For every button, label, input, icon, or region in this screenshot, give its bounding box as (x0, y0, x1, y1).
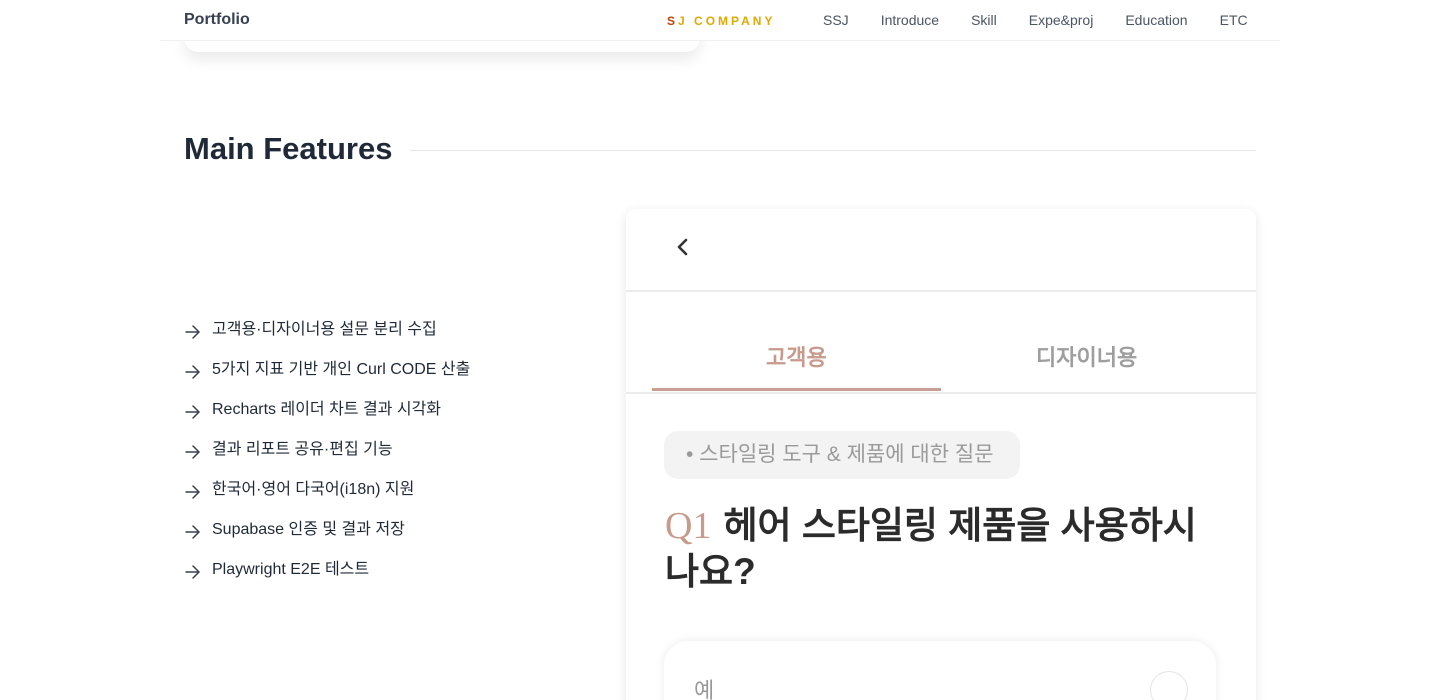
question-block: Q1 헤어 스타일링 제품을 사용하시나요? (665, 503, 1225, 595)
tab-customer[interactable]: 고객용 (766, 340, 827, 372)
nav-item-introduce[interactable]: Introduce (881, 12, 939, 28)
nav-item-ssj[interactable]: SSJ (823, 12, 849, 28)
arrow-right-icon (185, 445, 200, 459)
feature-text: 고객용·디자이너용 설문 분리 수집 (212, 321, 437, 338)
app-screenshot-mockup: 고객용 디자이너용 • 스타일링 도구 & 제품에 대한 질문 Q1 헤어 스타일… (626, 209, 1256, 700)
page: Portfolio SJ COMPANY SSJ Introduce Skill… (0, 0, 1440, 700)
company-logo: SJ COMPANY (667, 14, 775, 28)
arrow-right-icon (185, 525, 200, 539)
radio-button[interactable] (1150, 671, 1188, 700)
section-divider (410, 150, 1256, 151)
feature-text: Supabase 인증 및 결과 저장 (212, 521, 405, 538)
feature-item: 결과 리포트 공유·편집 기능 (184, 438, 470, 478)
feature-text: Recharts 레이더 차트 결과 시각화 (212, 401, 442, 418)
feature-item: 고객용·디자이너용 설문 분리 수집 (184, 318, 470, 358)
feature-item: 한국어·영어 다국어(i18n) 지원 (184, 478, 470, 518)
feature-text: 한국어·영어 다국어(i18n) 지원 (212, 481, 415, 498)
arrow-right-icon (185, 365, 200, 379)
top-navigation-bar: Portfolio SJ COMPANY SSJ Introduce Skill… (160, 0, 1280, 41)
mockup-header (626, 209, 1256, 292)
feature-text: 5가지 지표 기반 개인 Curl CODE 산출 (212, 361, 471, 378)
question-number: Q1 (665, 505, 712, 547)
feature-item: Supabase 인증 및 결과 저장 (184, 518, 470, 558)
active-tab-indicator (652, 388, 941, 391)
feature-item: Playwright E2E 테스트 (184, 558, 470, 598)
nav-item-education[interactable]: Education (1125, 12, 1187, 28)
brand-logo[interactable]: Portfolio (184, 11, 250, 29)
arrow-right-icon (185, 405, 200, 419)
question-category-chip: • 스타일링 도구 & 제품에 대한 질문 (664, 431, 1020, 479)
nav-item-skill[interactable]: Skill (971, 12, 997, 28)
answer-option[interactable]: 예 (664, 641, 1216, 700)
mockup-tabs: 고객용 디자이너용 (626, 292, 1256, 394)
arrow-right-icon (185, 485, 200, 499)
feature-item: 5가지 지표 기반 개인 Curl CODE 산출 (184, 358, 470, 398)
section-title: Main Features (184, 131, 393, 166)
nav-item-etc[interactable]: ETC (1220, 12, 1248, 28)
company-logo-initial: S (667, 14, 679, 28)
question-text: 헤어 스타일링 제품을 사용하시나요? (665, 505, 1197, 592)
arrow-right-icon (185, 325, 200, 339)
feature-text: Playwright E2E 테스트 (212, 561, 370, 578)
main-nav: SSJ Introduce Skill Expe&proj Education … (823, 12, 1248, 28)
arrow-right-icon (185, 565, 200, 579)
company-logo-rest: J COMPANY (678, 14, 776, 28)
answer-label: 예 (694, 678, 715, 700)
feature-list: 고객용·디자이너용 설문 분리 수집 5가지 지표 기반 개인 Curl COD… (184, 318, 470, 598)
chevron-left-icon[interactable] (672, 235, 692, 259)
feature-item: Recharts 레이더 차트 결과 시각화 (184, 398, 470, 438)
nav-item-expe-proj[interactable]: Expe&proj (1029, 12, 1094, 28)
feature-text: 결과 리포트 공유·편집 기능 (212, 441, 393, 458)
tab-designer[interactable]: 디자이너용 (1036, 340, 1137, 372)
